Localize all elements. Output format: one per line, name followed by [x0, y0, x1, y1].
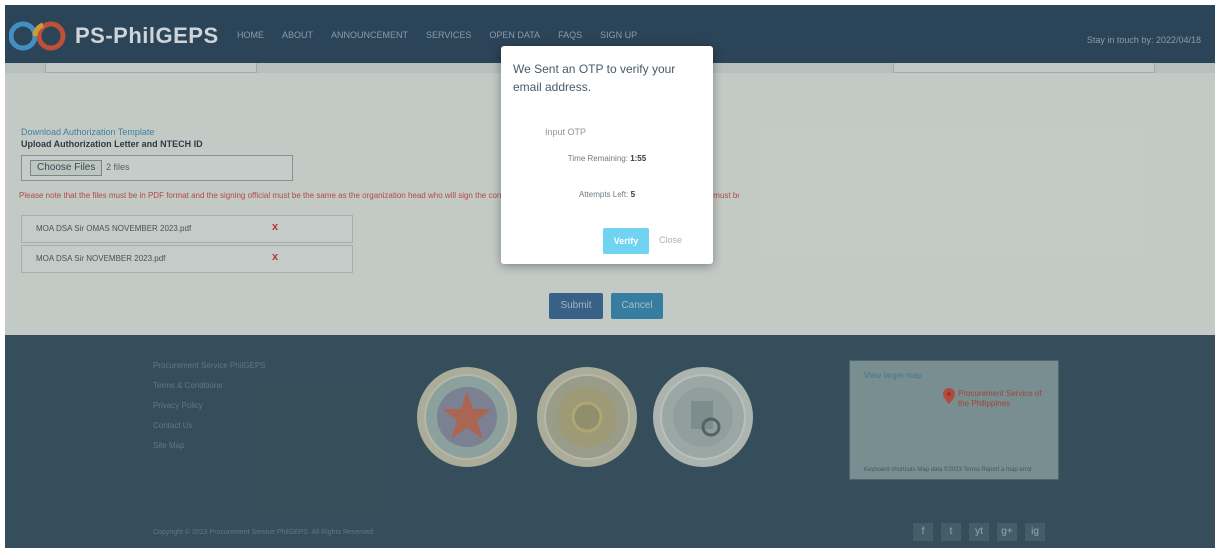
modal-title: We Sent an OTP to verify your email addr… [513, 62, 676, 94]
attempt-label: Attempts Left: [578, 190, 629, 199]
attempt-value: 5 [630, 190, 636, 199]
time-value: 1:55 [630, 154, 647, 163]
browser-frame: PS-PhilGEPS HOME ABOUT ANNOUNCEMENT SERV… [5, 5, 1215, 548]
otp-modal: We Sent an OTP to verify your email addr… [501, 46, 713, 264]
page: PS-PhilGEPS HOME ABOUT ANNOUNCEMENT SERV… [0, 0, 1220, 553]
time-remaining: Time Remaining: 1:55 [501, 154, 713, 163]
close-button[interactable]: Close [659, 235, 682, 245]
otp-input[interactable]: Input OTP [545, 127, 586, 137]
verify-button[interactable]: Verify [603, 228, 649, 254]
attempts-left: Attempts Left: 5 [501, 190, 713, 199]
time-label: Time Remaining: [567, 154, 628, 163]
